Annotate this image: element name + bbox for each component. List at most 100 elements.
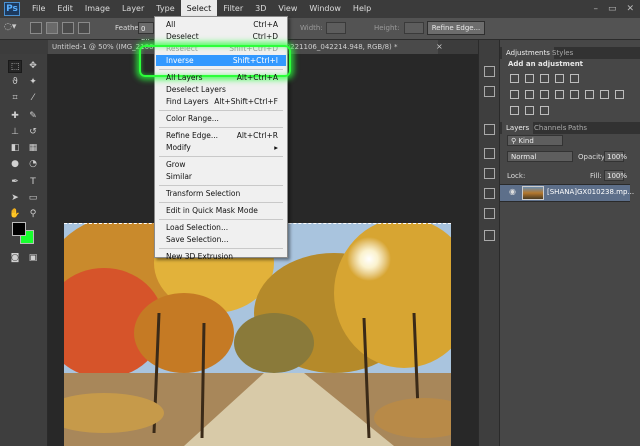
path-selection-tool-icon[interactable]: ➤: [8, 192, 22, 205]
menu-item-label: All: [166, 20, 176, 29]
menu-item-modify[interactable]: Modify ▸: [156, 142, 286, 153]
gradient-tool-icon[interactable]: ▦: [26, 142, 40, 155]
paragraph-panel-icon[interactable]: [484, 168, 495, 179]
blur-tool-icon[interactable]: ●: [8, 158, 22, 171]
menu-help[interactable]: Help: [347, 0, 377, 18]
dodge-tool-icon[interactable]: ◔: [26, 158, 40, 171]
menu-item-deselect-layers[interactable]: Deselect Layers: [156, 84, 286, 95]
add-to-selection-icon[interactable]: [46, 22, 58, 34]
3d-panel-icon[interactable]: [484, 230, 495, 241]
layer-filter-kind[interactable]: ⚲ Kind: [507, 135, 563, 146]
pen-tool-icon[interactable]: ✒: [8, 176, 22, 189]
menu-item-shortcut: Ctrl+A: [253, 20, 278, 29]
color-balance-icon[interactable]: [525, 90, 534, 99]
menu-item-refine-edge[interactable]: Refine Edge... Alt+Ctrl+R: [156, 130, 286, 141]
rectangle-tool-icon[interactable]: ▭: [26, 192, 40, 205]
menu-item-all[interactable]: All Ctrl+A: [156, 19, 286, 30]
history-brush-tool-icon[interactable]: ↺: [26, 126, 40, 139]
curves-icon[interactable]: [540, 74, 549, 83]
height-input[interactable]: [404, 22, 424, 34]
lasso-tool-icon[interactable]: ϑ: [8, 76, 22, 89]
intersect-selection-icon[interactable]: [78, 22, 90, 34]
menu-item-deselect[interactable]: Deselect Ctrl+D: [156, 31, 286, 42]
selective-color-icon[interactable]: [540, 106, 549, 115]
menu-window[interactable]: Window: [303, 0, 347, 18]
black-white-icon[interactable]: [540, 90, 549, 99]
hue-saturation-icon[interactable]: [510, 90, 519, 99]
foreground-color-swatch[interactable]: [12, 222, 26, 236]
menu-item-transform-selection[interactable]: Transform Selection: [156, 188, 286, 199]
tab-paths[interactable]: Paths: [564, 122, 591, 134]
menu-item-load-selection[interactable]: Load Selection...: [156, 222, 286, 233]
threshold-icon[interactable]: [510, 106, 519, 115]
menu-item-color-range[interactable]: Color Range...: [156, 113, 286, 124]
minimize-button[interactable]: –: [593, 4, 598, 14]
menu-item-similar[interactable]: Similar: [156, 171, 286, 182]
crop-tool-icon[interactable]: ⌗: [8, 92, 22, 105]
gradient-map-icon[interactable]: [525, 106, 534, 115]
tab-styles[interactable]: Styles: [548, 47, 577, 59]
close-button[interactable]: ✕: [626, 4, 634, 14]
tab-adjustments[interactable]: Adjustments: [502, 47, 554, 59]
menu-item-new-3d-extrusion[interactable]: New 3D Extrusion: [156, 251, 286, 262]
menu-separator: [159, 185, 283, 186]
menu-separator: [159, 156, 283, 157]
tab-close-icon[interactable]: ×: [436, 40, 443, 54]
actions-panel-icon[interactable]: [484, 86, 495, 97]
opacity-input[interactable]: 100%: [604, 151, 627, 162]
screen-mode-icon[interactable]: ▣: [26, 252, 40, 265]
menu-image[interactable]: Image: [79, 0, 116, 18]
menu-item-label: Load Selection...: [166, 223, 229, 232]
menu-layer[interactable]: Layer: [116, 0, 150, 18]
refine-edge-button[interactable]: Refine Edge...: [427, 21, 485, 35]
width-input[interactable]: [326, 22, 346, 34]
magic-wand-tool-icon[interactable]: ✦: [26, 76, 40, 89]
fill-input[interactable]: 100%: [604, 170, 627, 181]
menu-item-grow[interactable]: Grow: [156, 159, 286, 170]
hand-tool-icon[interactable]: ✋: [8, 208, 22, 221]
quick-mask-icon[interactable]: ◙: [8, 252, 22, 265]
feather-input[interactable]: 0 px: [138, 22, 154, 45]
move-tool-icon[interactable]: ✥: [26, 60, 40, 73]
menu-edit[interactable]: Edit: [51, 0, 79, 18]
color-lookup-icon[interactable]: [585, 90, 594, 99]
posterize-icon[interactable]: [615, 90, 624, 99]
menu-item-find-layers[interactable]: Find Layers Alt+Shift+Ctrl+F: [156, 96, 286, 107]
brush-tool-icon[interactable]: ✎: [26, 110, 40, 123]
vibrance-icon[interactable]: [570, 74, 579, 83]
menu-item-save-selection[interactable]: Save Selection...: [156, 234, 286, 245]
rectangular-marquee-tool-icon[interactable]: ⬚: [8, 60, 22, 73]
menu-item-all-layers[interactable]: All Layers Alt+Ctrl+A: [156, 72, 286, 83]
new-selection-icon[interactable]: [30, 22, 42, 34]
menu-file[interactable]: File: [26, 0, 51, 18]
tab-layers[interactable]: Layers: [502, 122, 534, 134]
photo-filter-icon[interactable]: [555, 90, 564, 99]
character-panel-icon[interactable]: [484, 148, 495, 159]
brush-panel-icon[interactable]: [484, 188, 495, 199]
clone-stamp-tool-icon[interactable]: ⊥: [8, 126, 22, 139]
exposure-icon[interactable]: [555, 74, 564, 83]
brightness-contrast-icon[interactable]: [510, 74, 519, 83]
menu-item-edit-in-quick-mask-mode[interactable]: Edit in Quick Mask Mode: [156, 205, 286, 216]
menu-bar: Ps File Edit Image Layer Type Select Filter 3D V…: [0, 0, 640, 18]
zoom-tool-icon[interactable]: ⚲: [26, 208, 40, 221]
visibility-eye-icon[interactable]: ◉: [509, 187, 516, 196]
menu-item-label: Color Range...: [166, 114, 219, 123]
invert-icon[interactable]: [600, 90, 609, 99]
channel-mixer-icon[interactable]: [570, 90, 579, 99]
properties-panel-icon[interactable]: [484, 124, 495, 135]
clone-source-panel-icon[interactable]: [484, 208, 495, 219]
eraser-tool-icon[interactable]: ◧: [8, 142, 22, 155]
menu-item-label: Save Selection...: [166, 235, 229, 244]
subtract-selection-icon[interactable]: [62, 22, 74, 34]
submenu-arrow-icon: ▸: [274, 143, 278, 152]
marquee-tool-preset-icon[interactable]: ◌▾: [4, 22, 16, 32]
history-panel-icon[interactable]: [484, 66, 495, 77]
blend-mode-select[interactable]: Normal: [507, 151, 573, 162]
levels-icon[interactable]: [525, 74, 534, 83]
spot-healing-tool-icon[interactable]: ✚: [8, 110, 22, 123]
adjustments-tabs: Adjustments Styles: [500, 47, 640, 59]
type-tool-icon[interactable]: T: [26, 176, 40, 189]
eyedropper-tool-icon[interactable]: ⁄: [26, 92, 40, 105]
maximize-button[interactable]: ▭: [608, 4, 617, 14]
